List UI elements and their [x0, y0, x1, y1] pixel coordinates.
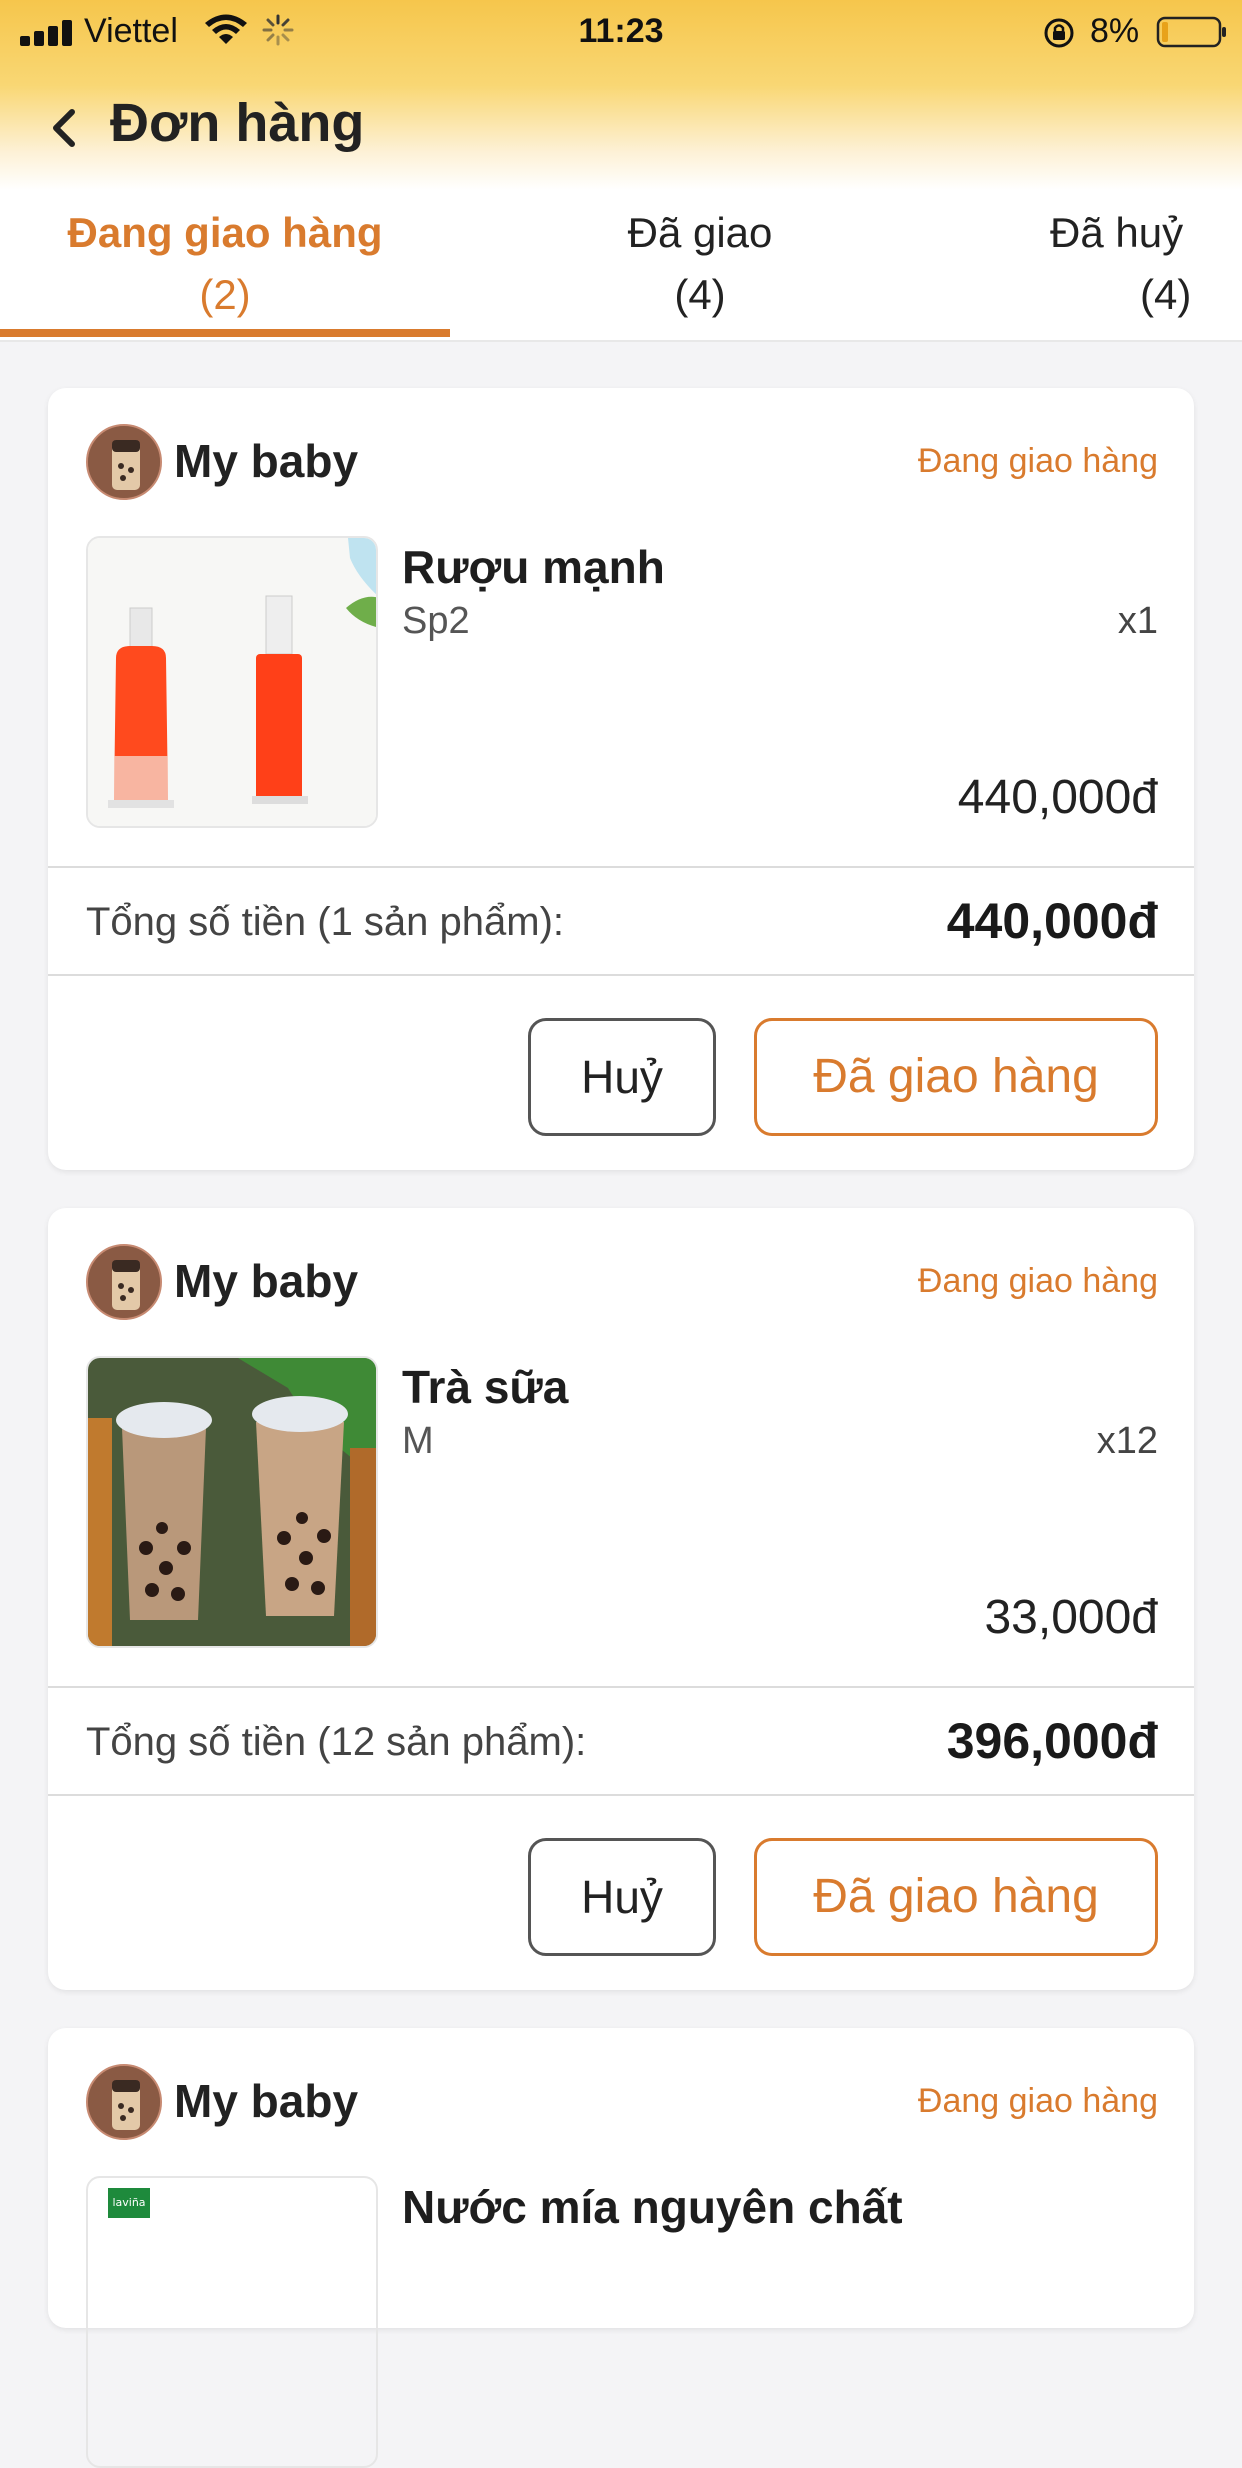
product-name: Trà sữa — [402, 1361, 569, 1413]
product-image[interactable] — [86, 536, 378, 828]
order-tabs: Đang giao hàng (2) Đã giao (4) Đã huỷ (4… — [0, 190, 1242, 340]
brand-badge: laviña — [108, 2188, 150, 2218]
tab-label: Đang giao hàng — [67, 209, 383, 256]
order-status: Đang giao hàng — [917, 1262, 1158, 1300]
page-title: Đơn hàng — [110, 93, 365, 153]
active-tab-indicator — [0, 329, 450, 337]
product-image[interactable]: laviña — [86, 2176, 378, 2468]
shop-avatar — [86, 424, 162, 500]
shop-avatar — [86, 1244, 162, 1320]
divider — [48, 866, 1194, 868]
total-amount: 440,000đ — [946, 893, 1158, 949]
product-quantity: x1 — [1117, 600, 1158, 642]
tabs-divider — [0, 340, 1242, 342]
tab-cancelled[interactable]: Đã huỷ (4) — [1050, 202, 1242, 326]
tab-count: (4) — [1140, 271, 1192, 318]
product-variant: Sp2 — [402, 600, 470, 642]
product-quantity: x12 — [1096, 1420, 1158, 1462]
nav-bar: Đơn hàng — [0, 80, 1242, 170]
divider — [48, 1794, 1194, 1796]
mark-delivered-button[interactable]: Đã giao hàng — [754, 1018, 1158, 1136]
total-amount: 396,000đ — [946, 1713, 1158, 1769]
tab-label: Đã giao — [627, 209, 773, 256]
total-label: Tổng số tiền (12 sản phẩm): — [86, 1720, 587, 1764]
divider — [48, 974, 1194, 976]
order-status: Đang giao hàng — [917, 442, 1158, 480]
tab-label: Đã huỷ — [1050, 209, 1184, 256]
cancel-button[interactable]: Huỷ — [528, 1018, 716, 1136]
product-name: Rượu mạnh — [402, 541, 665, 593]
product-price: 440,000đ — [957, 771, 1158, 824]
order-status: Đang giao hàng — [917, 2082, 1158, 2120]
shop-name[interactable]: My baby — [174, 2074, 358, 2128]
product-name: Nước mía nguyên chất — [402, 2181, 903, 2233]
product-variant: M — [402, 1420, 434, 1462]
shop-avatar — [86, 2064, 162, 2140]
status-bar: Viettel 11:23 8% — [0, 0, 1242, 62]
battery-percent: 8% — [1090, 12, 1140, 50]
shop-name[interactable]: My baby — [174, 1254, 358, 1308]
tab-count: (4) — [674, 271, 726, 318]
mark-delivered-button[interactable]: Đã giao hàng — [754, 1838, 1158, 1956]
cancel-button[interactable]: Huỷ — [528, 1838, 716, 1956]
order-card[interactable]: My baby Đang giao hàng laviña Nước mía n… — [48, 2028, 1194, 2468]
battery-icon — [1156, 16, 1226, 48]
lock-rotation-icon — [1044, 18, 1074, 48]
product-image[interactable] — [86, 1356, 378, 1648]
product-price: 33,000đ — [984, 1591, 1158, 1644]
back-icon[interactable] — [40, 100, 90, 156]
tab-delivered[interactable]: Đã giao (4) — [460, 202, 940, 326]
tab-shipping[interactable]: Đang giao hàng (2) — [0, 202, 450, 326]
divider — [48, 1686, 1194, 1688]
total-label: Tổng số tiền (1 sản phẩm): — [86, 900, 565, 944]
shop-name[interactable]: My baby — [174, 434, 358, 488]
order-card[interactable]: My baby Đang giao hàng Rượu mạnh Sp2 x1 … — [48, 388, 1194, 1170]
order-card[interactable]: My baby Đang giao hàng Trà sữa M x12 33,… — [48, 1208, 1194, 1990]
tab-count: (2) — [199, 271, 251, 318]
